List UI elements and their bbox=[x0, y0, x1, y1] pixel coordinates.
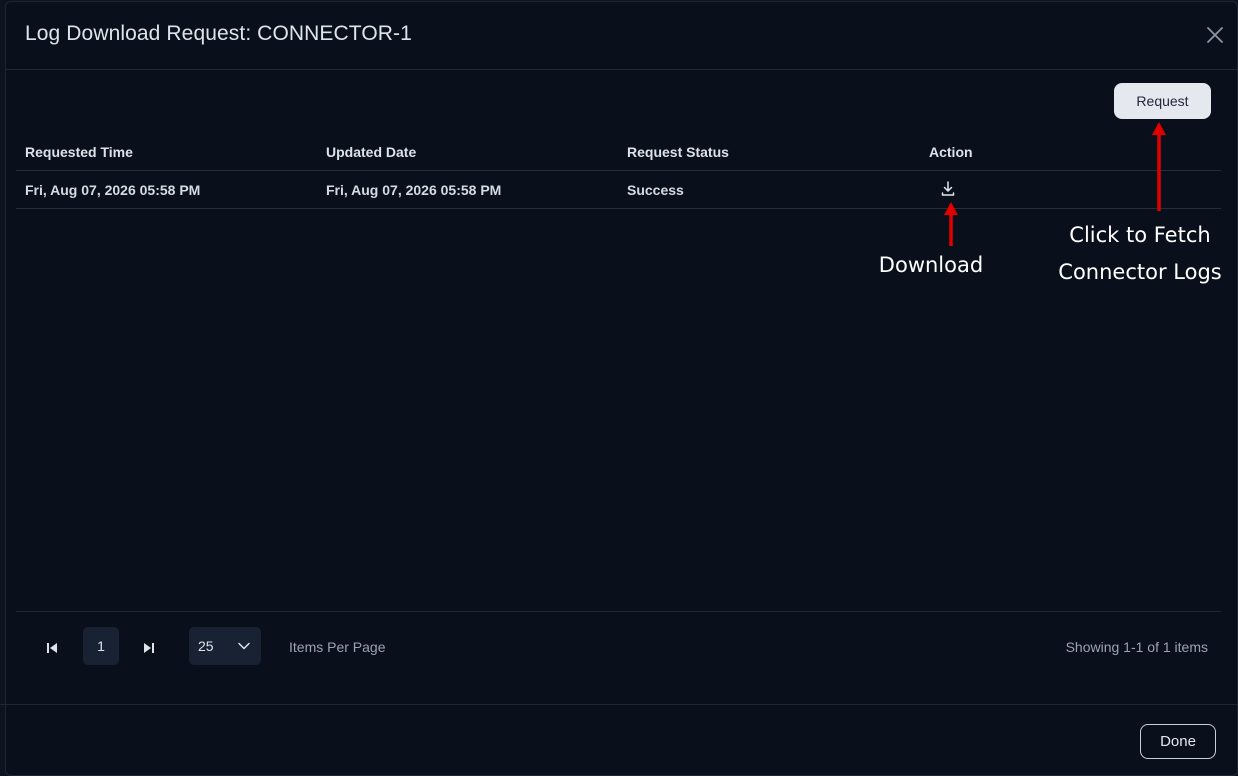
first-page-icon[interactable] bbox=[44, 640, 60, 656]
request-button[interactable]: Request bbox=[1114, 83, 1211, 119]
column-header-action: Action bbox=[929, 143, 973, 160]
dialog-header: Log Download Request: CONNECTOR-1 bbox=[6, 2, 1237, 70]
done-button[interactable]: Done bbox=[1140, 724, 1216, 759]
request-annotation-line1: Click to Fetch bbox=[1069, 223, 1211, 247]
request-annotation-line2: Connector Logs bbox=[1058, 260, 1222, 284]
request-annotation: Click to Fetch Connector Logs bbox=[1046, 217, 1234, 291]
dialog-title: Log Download Request: CONNECTOR-1 bbox=[25, 22, 412, 45]
pagination-divider bbox=[16, 611, 1221, 612]
download-annotation: Download bbox=[878, 253, 984, 277]
download-arrow bbox=[944, 202, 958, 246]
close-icon[interactable] bbox=[1204, 24, 1226, 46]
log-requests-table: Requested Time Updated Date Request Stat… bbox=[16, 133, 1221, 209]
items-per-page-select[interactable]: 25 bbox=[189, 627, 261, 665]
column-header-requested-time: Requested Time bbox=[25, 143, 133, 160]
footer-divider bbox=[0, 704, 1238, 705]
showing-count: Showing 1-1 of 1 items bbox=[1065, 639, 1208, 655]
items-per-page-value: 25 bbox=[198, 638, 214, 654]
items-per-page-label: Items Per Page bbox=[289, 639, 386, 655]
updated-date-cell: Fri, Aug 07, 2026 05:58 PM bbox=[326, 181, 502, 198]
table-header-row: Requested Time Updated Date Request Stat… bbox=[16, 133, 1221, 171]
column-header-request-status: Request Status bbox=[627, 143, 729, 160]
table-row: Fri, Aug 07, 2026 05:58 PM Fri, Aug 07, … bbox=[16, 171, 1221, 209]
page-number-button[interactable]: 1 bbox=[83, 627, 119, 665]
request-arrow bbox=[1152, 122, 1166, 211]
chevron-down-icon bbox=[237, 639, 251, 653]
request-status-cell: Success bbox=[627, 181, 684, 198]
column-header-updated-date: Updated Date bbox=[326, 143, 417, 160]
requested-time-cell: Fri, Aug 07, 2026 05:58 PM bbox=[25, 181, 201, 198]
download-icon[interactable] bbox=[940, 180, 956, 198]
last-page-icon[interactable] bbox=[141, 640, 157, 656]
